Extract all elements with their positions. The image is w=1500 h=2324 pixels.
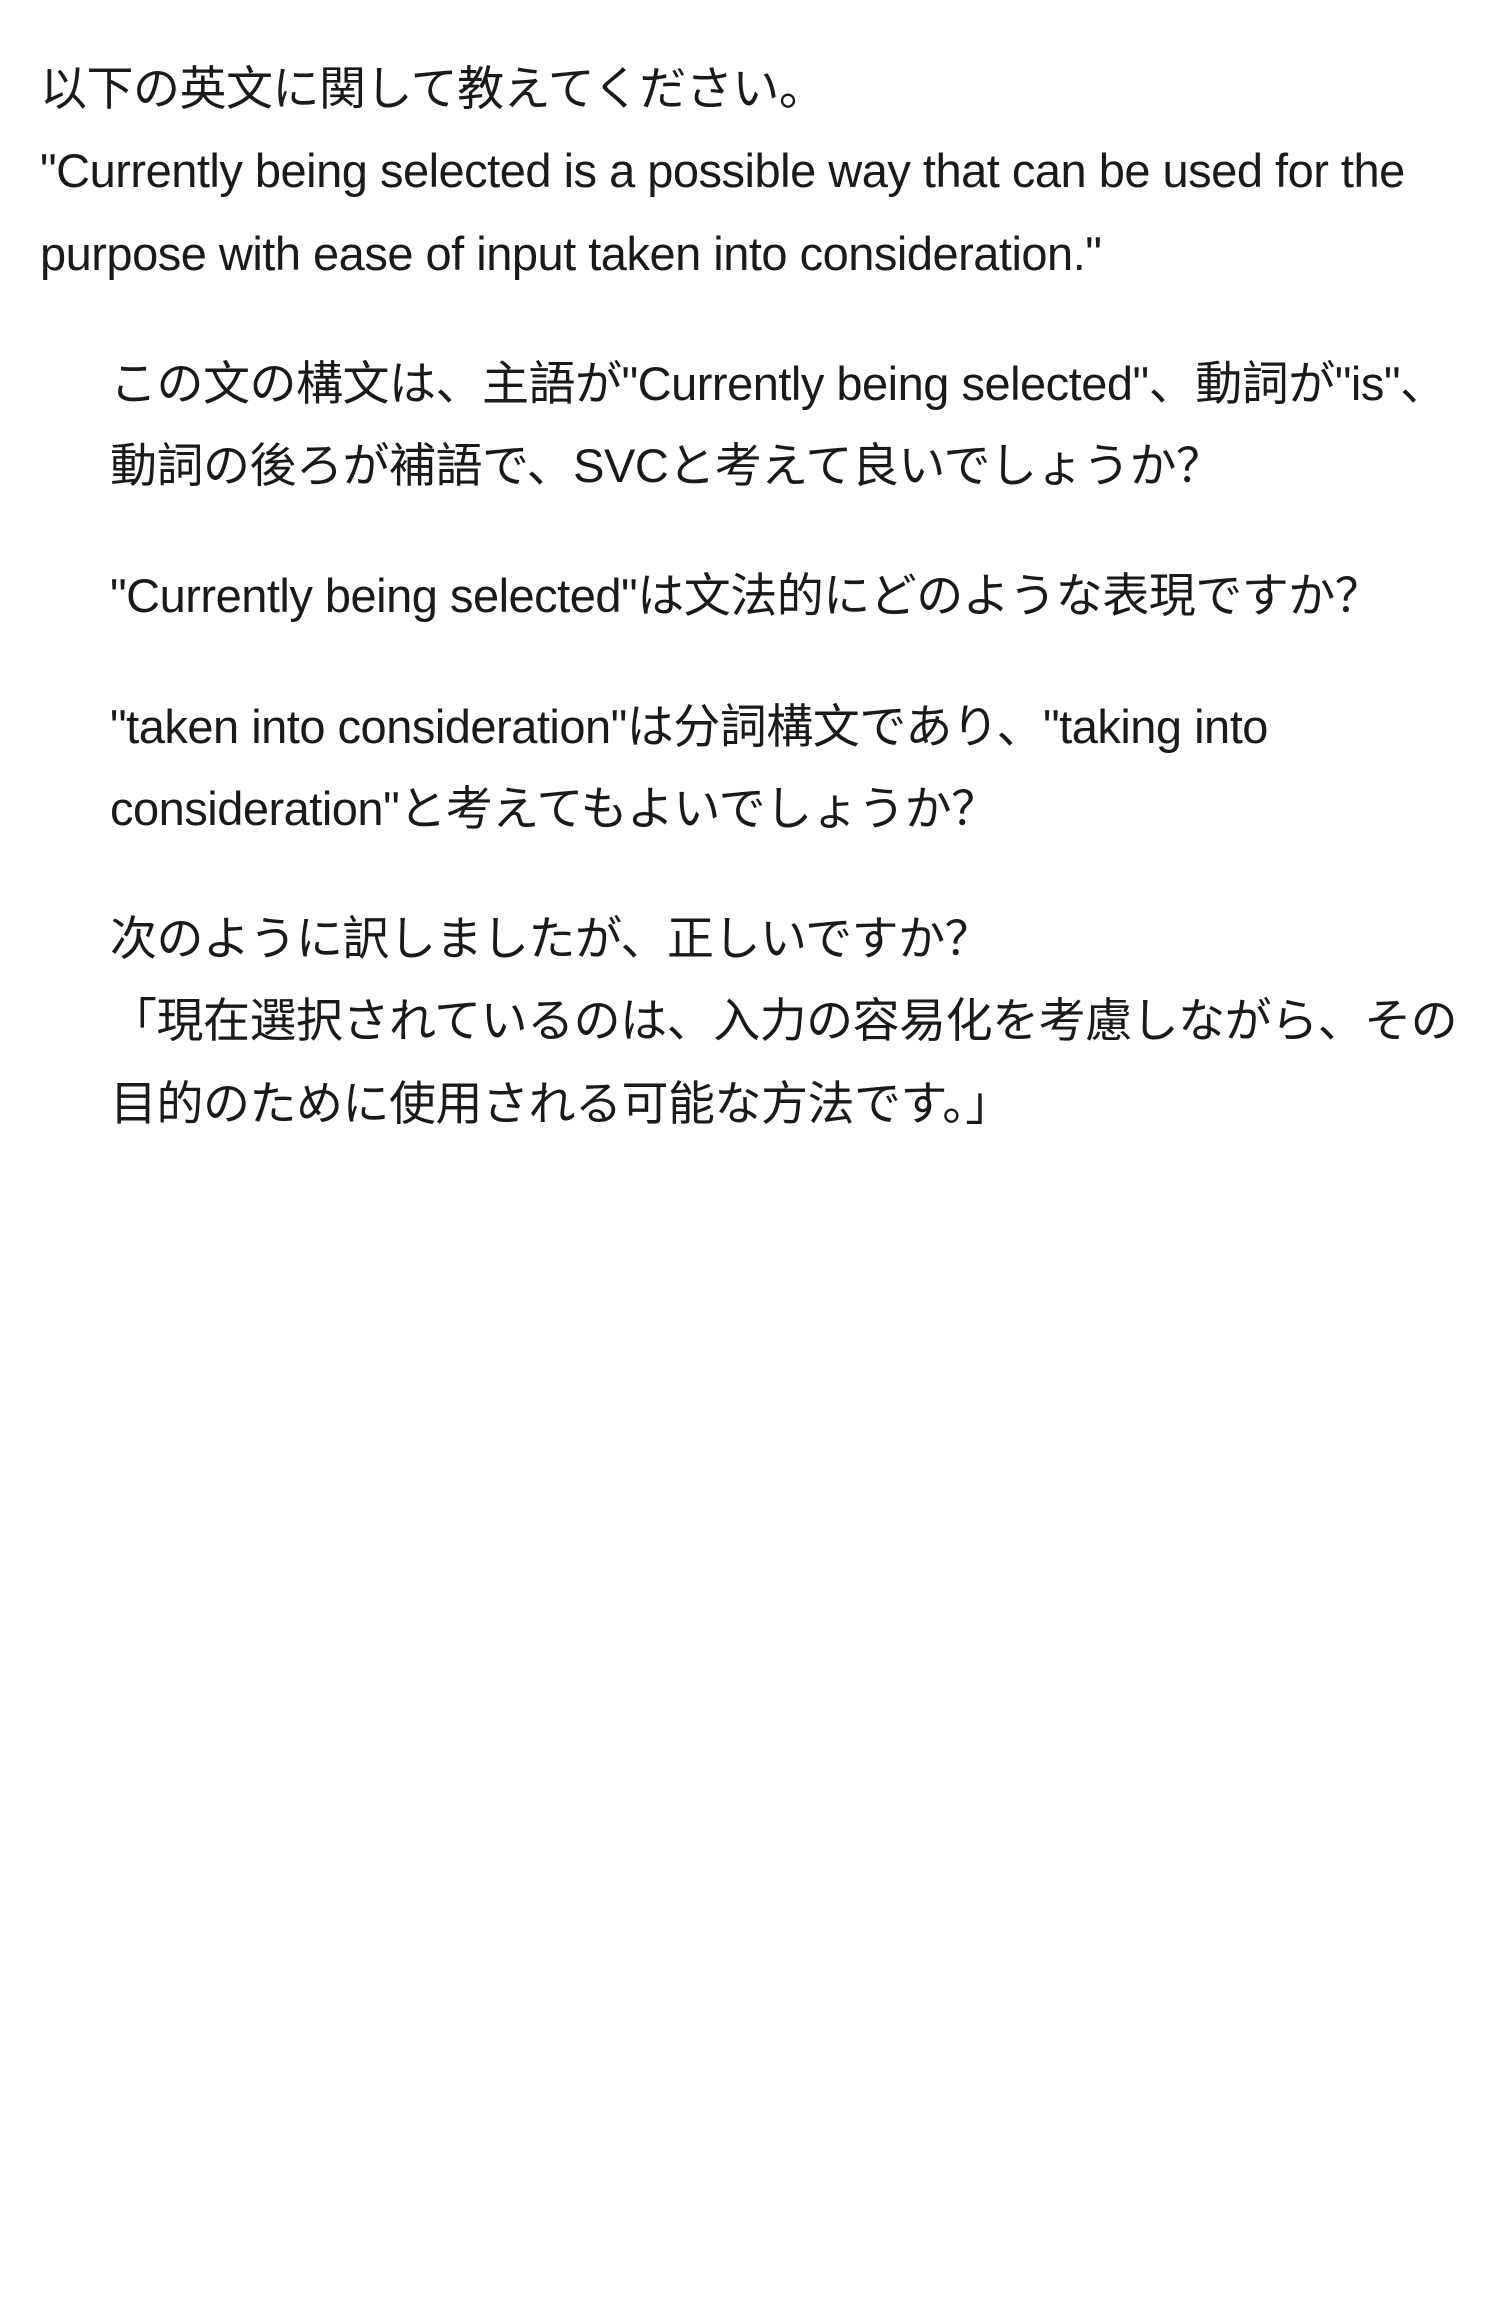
question-item: "taken into consideration"は分詞構文であり、"taki…: [110, 686, 1460, 851]
intro-line2: "Currently being selected is a possible …: [40, 144, 1405, 279]
intro-paragraph: 以下の英文に関して教えてください。 "Currently being selec…: [40, 48, 1460, 295]
question-item: "Currently being selected"は文法的にどのような表現です…: [110, 555, 1460, 637]
question-list: この文の構文は、主語が"Currently being selected"、動詞…: [40, 343, 1460, 1145]
question-item: 次のように訳しましたが、正しいですか？「現在選択されているのは、入力の容易化を考…: [110, 898, 1460, 1145]
question-item: この文の構文は、主語が"Currently being selected"、動詞…: [110, 343, 1460, 508]
intro-line1: 以下の英文に関して教えてください。: [40, 62, 825, 115]
